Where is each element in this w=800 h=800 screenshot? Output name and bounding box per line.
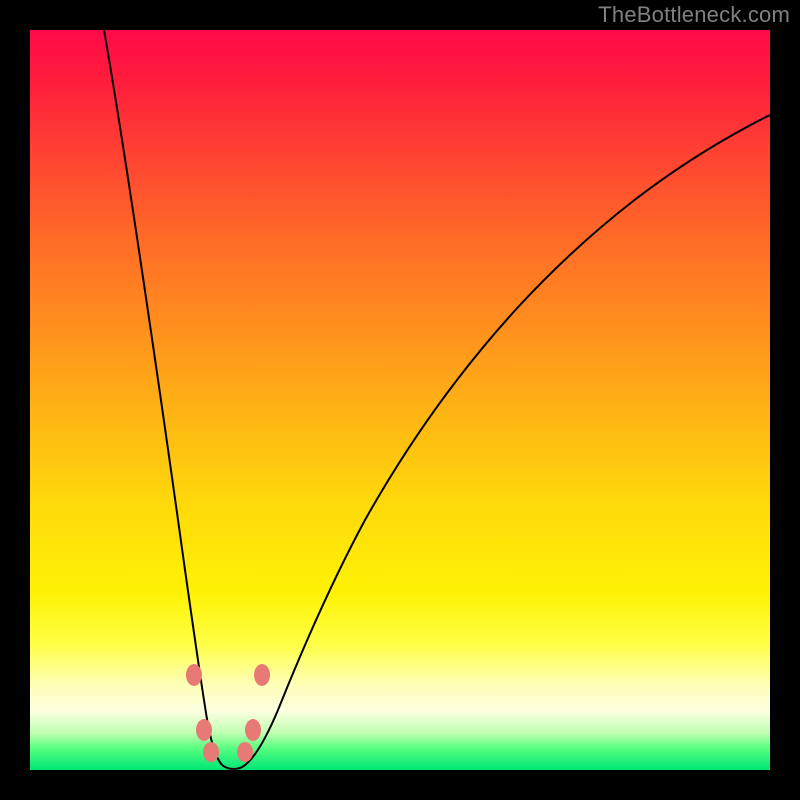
marker-dot bbox=[203, 742, 219, 762]
marker-dot bbox=[186, 664, 202, 686]
marker-group bbox=[186, 664, 270, 762]
marker-dot bbox=[196, 719, 212, 741]
marker-dot bbox=[245, 719, 261, 741]
chart-frame: TheBottleneck.com bbox=[0, 0, 800, 800]
marker-dot bbox=[254, 664, 270, 686]
bottleneck-curve-path bbox=[104, 30, 770, 769]
bottleneck-curve-svg bbox=[30, 30, 770, 770]
marker-dot bbox=[237, 742, 253, 762]
watermark-text: TheBottleneck.com bbox=[598, 2, 790, 28]
